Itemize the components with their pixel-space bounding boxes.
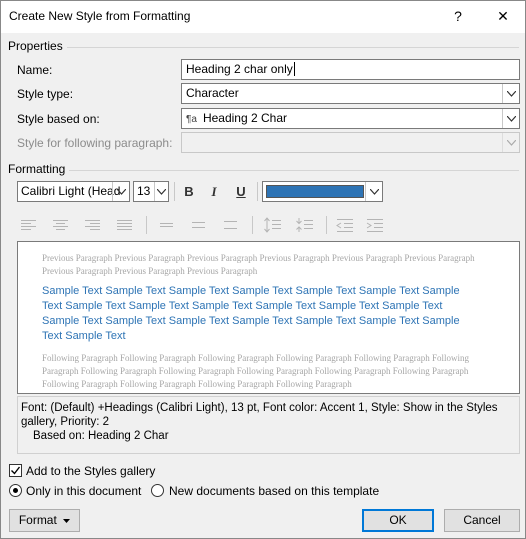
formatting-group-label: Formatting bbox=[8, 162, 66, 176]
based-on-label: Style based on: bbox=[17, 112, 100, 126]
text-cursor bbox=[293, 62, 295, 76]
based-on-value: Heading 2 Char bbox=[202, 111, 287, 125]
format-button-label: Format bbox=[18, 513, 57, 527]
only-this-document-label[interactable]: Only in this document bbox=[26, 484, 141, 498]
name-label: Name: bbox=[17, 63, 53, 77]
name-field-value: Heading 2 char only bbox=[186, 62, 293, 76]
onehalf-spacing-icon[interactable] bbox=[189, 217, 209, 233]
help-button[interactable]: ? bbox=[438, 1, 478, 31]
style-description: Font: (Default) +Headings (Calibri Light… bbox=[17, 396, 520, 454]
align-left-icon[interactable] bbox=[19, 217, 39, 233]
toolbar-separator bbox=[252, 216, 253, 234]
description-based-on: Based on: Heading 2 Char bbox=[33, 430, 169, 442]
cancel-button[interactable]: Cancel bbox=[444, 509, 520, 532]
underline-button[interactable]: U bbox=[230, 181, 252, 202]
space-after-icon[interactable] bbox=[295, 217, 315, 233]
font-color-select[interactable] bbox=[262, 181, 383, 202]
chevron-down-icon bbox=[154, 182, 168, 201]
double-spacing-icon[interactable] bbox=[221, 217, 241, 233]
description-line: gallery, Priority: 2 bbox=[21, 416, 109, 428]
font-size-select[interactable]: 13 bbox=[133, 181, 169, 202]
font-value: Calibri Light (Head bbox=[21, 184, 121, 198]
previous-paragraph-text: Previous Paragraph Previous Paragraph Pr… bbox=[42, 253, 475, 276]
description-line: Font: (Default) +Headings (Calibri Light… bbox=[21, 402, 498, 414]
toolbar-separator bbox=[326, 216, 327, 234]
style-type-value: Character bbox=[186, 86, 239, 100]
chevron-down-icon bbox=[502, 84, 519, 103]
toolbar-separator bbox=[257, 182, 258, 201]
create-style-dialog: Create New Style from Formatting ? ✕ Pro… bbox=[0, 0, 526, 539]
only-this-document-radio[interactable] bbox=[9, 484, 22, 497]
following-paragraph-select[interactable] bbox=[181, 132, 520, 153]
dialog-title: Create New Style from Formatting bbox=[9, 9, 191, 23]
following-paragraph-text: Following Paragraph Following Paragraph … bbox=[42, 353, 469, 389]
chevron-down-icon bbox=[502, 133, 519, 152]
properties-divider bbox=[67, 47, 519, 48]
title-bar: Create New Style from Formatting ? ✕ bbox=[1, 1, 525, 33]
font-select[interactable]: Calibri Light (Head bbox=[17, 181, 130, 202]
dropdown-triangle-icon bbox=[63, 518, 71, 523]
font-size-value: 13 bbox=[137, 184, 151, 198]
style-preview: Previous Paragraph Previous Paragraph Pr… bbox=[17, 241, 520, 394]
single-spacing-icon[interactable] bbox=[157, 217, 177, 233]
ok-button[interactable]: OK bbox=[362, 509, 434, 532]
font-color-swatch bbox=[266, 185, 364, 198]
align-center-icon[interactable] bbox=[51, 217, 71, 233]
space-before-icon[interactable] bbox=[263, 217, 283, 233]
chevron-down-icon bbox=[112, 182, 129, 201]
formatting-divider bbox=[69, 170, 519, 171]
new-documents-radio[interactable] bbox=[151, 484, 164, 497]
toolbar-separator bbox=[146, 216, 147, 234]
style-type-select[interactable]: Character bbox=[181, 83, 520, 104]
style-type-label: Style type: bbox=[17, 87, 74, 101]
italic-button[interactable]: I bbox=[203, 181, 225, 202]
format-button[interactable]: Format bbox=[9, 509, 80, 532]
increase-indent-icon[interactable] bbox=[365, 217, 385, 233]
decrease-indent-icon[interactable] bbox=[335, 217, 355, 233]
close-button[interactable]: ✕ bbox=[483, 1, 523, 31]
name-field[interactable]: Heading 2 char only bbox=[181, 59, 520, 80]
new-documents-label[interactable]: New documents based on this template bbox=[169, 484, 379, 498]
based-on-select[interactable]: ¶a Heading 2 Char bbox=[181, 108, 520, 129]
following-paragraph-label: Style for following paragraph: bbox=[17, 136, 173, 150]
add-to-gallery-label[interactable]: Add to the Styles gallery bbox=[26, 464, 155, 478]
properties-group-label: Properties bbox=[8, 39, 63, 53]
justify-icon[interactable] bbox=[115, 217, 135, 233]
sample-text: Sample Text Sample Text Sample Text Samp… bbox=[42, 285, 460, 342]
toolbar-separator bbox=[174, 182, 175, 201]
checkmark-icon bbox=[11, 466, 21, 475]
linked-style-icon: ¶a bbox=[186, 114, 197, 125]
bold-button[interactable]: B bbox=[178, 181, 200, 202]
chevron-down-icon bbox=[365, 182, 382, 201]
align-right-icon[interactable] bbox=[83, 217, 103, 233]
add-to-gallery-checkbox[interactable] bbox=[9, 464, 22, 477]
chevron-down-icon bbox=[502, 109, 519, 128]
